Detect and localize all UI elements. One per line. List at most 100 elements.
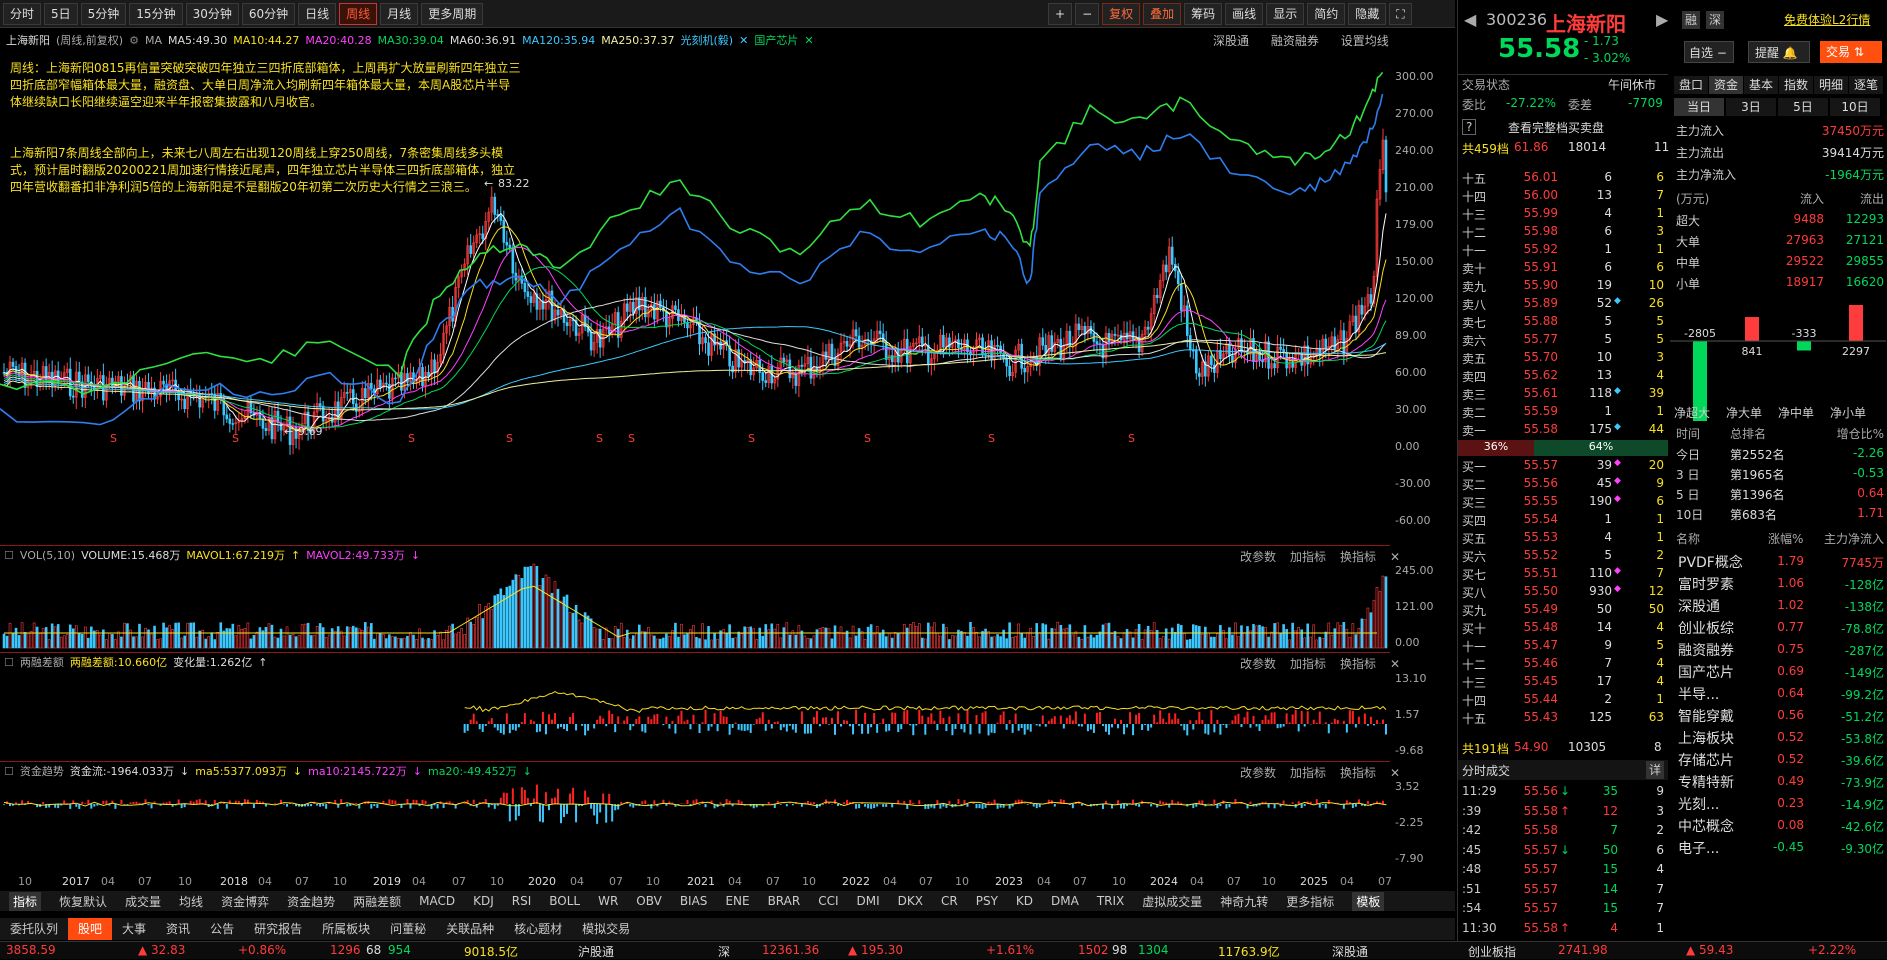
indicator-tab[interactable]: 模板 [1352, 892, 1384, 911]
panel-button[interactable]: 改参数 [1240, 766, 1276, 780]
fullscreen-icon[interactable]: ⛶ [1389, 3, 1411, 25]
buy-level[interactable]: 十一55.4795 [1458, 638, 1668, 656]
buy-level[interactable]: 十二55.4674 [1458, 656, 1668, 674]
indicator-tab[interactable]: TRIX [1097, 894, 1124, 908]
indicator-tab[interactable]: KD [1016, 894, 1033, 908]
fund-trend-chart[interactable] [0, 778, 1392, 872]
toolbar-tool[interactable]: − [1075, 3, 1099, 25]
period-tab[interactable]: 月线 [380, 3, 418, 25]
close-icon[interactable]: ✕ [1390, 766, 1400, 780]
bottom-tab[interactable]: 委托队列 [0, 918, 68, 940]
info-tab[interactable]: 指数 [1779, 76, 1813, 94]
info-tab[interactable]: 资金 [1709, 76, 1743, 94]
period-tab[interactable]: 30分钟 [186, 3, 239, 25]
overlay-close-icon[interactable]: ✕ [739, 34, 748, 47]
link-margin[interactable]: 融资融券 [1271, 34, 1319, 48]
indicator-tab[interactable]: 均线 [179, 893, 203, 910]
bottom-tab[interactable]: 模拟交易 [572, 918, 640, 940]
buy-level[interactable]: 买七55.51110◆7 [1458, 566, 1668, 584]
indicator-tab[interactable]: 更多指标 [1286, 893, 1334, 910]
period-tab[interactable]: 日线 [298, 3, 336, 25]
buy-level[interactable]: 买五55.5341 [1458, 530, 1668, 548]
toolbar-tool[interactable]: 画线 [1225, 3, 1263, 25]
period-tab[interactable]: 15分钟 [129, 3, 182, 25]
sell-level[interactable]: 卖十55.9166 [1458, 260, 1668, 278]
time-axis[interactable]: 1020170407102018040710201904071020200407… [0, 874, 1420, 890]
day-tab[interactable]: 10日 [1830, 98, 1880, 116]
sell-level[interactable]: 十四56.00137 [1458, 188, 1668, 206]
bottom-tab[interactable]: 研究报告 [244, 918, 312, 940]
indicator-tab[interactable]: 两融差额 [353, 893, 401, 910]
day-tab[interactable]: 5日 [1778, 98, 1828, 116]
panel-button[interactable]: 换指标 [1340, 766, 1376, 780]
panel-close-icon[interactable]: ☐ [4, 765, 14, 778]
buy-level[interactable]: 买六55.5252 [1458, 548, 1668, 566]
buy-level[interactable]: 买一55.5739◆20 [1458, 458, 1668, 476]
info-tab[interactable]: 明细 [1814, 76, 1848, 94]
panel-button[interactable]: 换指标 [1340, 657, 1376, 671]
sector-name[interactable]: 电子... [1678, 838, 1719, 856]
day-tab[interactable]: 3日 [1726, 98, 1776, 116]
toolbar-tool[interactable]: + [1048, 3, 1072, 25]
buy-level[interactable]: 买九55.495050 [1458, 602, 1668, 620]
indicator-tab[interactable]: DKX [898, 894, 923, 908]
indicator-tab[interactable]: PSY [976, 894, 998, 908]
period-tab[interactable]: 周线 [339, 3, 377, 25]
sell-level[interactable]: 卖一55.58175◆44 [1458, 422, 1668, 440]
sell-level[interactable]: 卖六55.7755 [1458, 332, 1668, 350]
prev-stock-icon[interactable]: ◀ [1464, 10, 1476, 28]
sell-level[interactable]: 卖三55.61118◆39 [1458, 386, 1668, 404]
buy-level[interactable]: 十五55.4312563 [1458, 710, 1668, 728]
bottom-tab[interactable]: 所属板块 [312, 918, 380, 940]
buy-level[interactable]: 买二55.5645◆9 [1458, 476, 1668, 494]
link-ma-settings[interactable]: 设置均线 [1341, 34, 1389, 48]
buy-level[interactable]: 十四55.4421 [1458, 692, 1668, 710]
panel-button[interactable]: 加指标 [1290, 657, 1326, 671]
indicator-tab[interactable]: 指标 [9, 892, 41, 911]
info-tab[interactable]: 基本 [1744, 76, 1778, 94]
close-icon[interactable]: ✕ [1390, 657, 1400, 671]
panel-close-icon[interactable]: ☐ [4, 549, 14, 562]
buy-level[interactable]: 买三55.55190◆6 [1458, 494, 1668, 512]
bottom-tab[interactable]: 关联品种 [436, 918, 504, 940]
panel-button[interactable]: 换指标 [1340, 550, 1376, 564]
sector-name[interactable]: 中芯概念 [1678, 816, 1734, 834]
sell-level[interactable]: 十一55.9211 [1458, 242, 1668, 260]
overlay-close-icon[interactable]: ✕ [804, 34, 813, 47]
bottom-tab[interactable]: 公告 [200, 918, 244, 940]
panel-button[interactable]: 改参数 [1240, 550, 1276, 564]
bottom-tab[interactable]: 资讯 [156, 918, 200, 940]
l2-promo-link[interactable]: 免费体验L2行情 [1784, 11, 1870, 29]
sell-level[interactable]: 卖二55.5911 [1458, 404, 1668, 422]
indicator-tab[interactable]: 成交量 [125, 893, 161, 910]
period-tab[interactable]: 5日 [44, 3, 78, 25]
bottom-tab[interactable]: 核心题材 [504, 918, 572, 940]
panel-button[interactable]: 改参数 [1240, 657, 1276, 671]
indicator-tab[interactable]: RSI [512, 894, 532, 908]
sector-name[interactable]: PVDF概念 [1678, 552, 1743, 570]
day-tab[interactable]: 当日 [1674, 98, 1724, 116]
overlay-lithography[interactable]: 光刻机(毅) [681, 32, 734, 48]
sell-level[interactable]: 卖四55.62134 [1458, 368, 1668, 386]
overlay-chips[interactable]: 国产芯片 [754, 32, 798, 48]
link-sgt[interactable]: 深股通 [1213, 34, 1249, 48]
buy-level[interactable]: 十三55.45174 [1458, 674, 1668, 692]
sector-name[interactable]: 存储芯片 [1678, 750, 1734, 768]
period-tab[interactable]: 5分钟 [81, 3, 127, 25]
toolbar-tool[interactable]: 叠加 [1143, 3, 1181, 25]
sell-level[interactable]: 十二55.9863 [1458, 224, 1668, 242]
bottom-tab[interactable]: 大事 [112, 918, 156, 940]
alert-button[interactable]: 提醒 🔔 [1748, 41, 1810, 63]
sell-level[interactable]: 卖五55.70103 [1458, 350, 1668, 368]
sell-level[interactable]: 卖八55.8952◆26 [1458, 296, 1668, 314]
sell-level[interactable]: 卖七55.8855 [1458, 314, 1668, 332]
indicator-tab[interactable]: BRAR [768, 894, 801, 908]
ticks-detail-button[interactable]: 详 [1646, 761, 1664, 779]
indicator-tab[interactable]: 资金趋势 [287, 893, 335, 910]
full-depth-link[interactable]: 查看完整档买卖盘 [1508, 119, 1604, 137]
toolbar-tool[interactable]: 隐藏 [1348, 3, 1386, 25]
toolbar-tool[interactable]: 筹码 [1184, 3, 1222, 25]
sector-name[interactable]: 富时罗素 [1678, 574, 1734, 592]
close-icon[interactable]: ✕ [1390, 550, 1400, 564]
buy-level[interactable]: 买十55.48144 [1458, 620, 1668, 638]
